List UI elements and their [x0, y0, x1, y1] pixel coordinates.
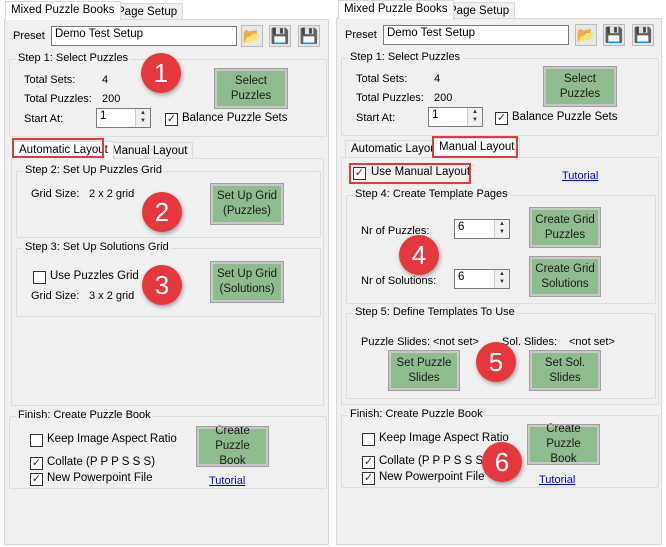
spinner-arrows-icon[interactable]: ▲ ▼ [467, 108, 482, 126]
step3-title: Step 3: Set Up Solutions Grid [23, 241, 171, 253]
keep-aspect-label: Keep Image Aspect Ratio [47, 433, 177, 445]
collate-label: Collate (P P P S S S) [379, 455, 488, 467]
preset-input[interactable]: Demo Test Setup [383, 25, 569, 45]
collate-checkbox[interactable]: ✓ [30, 457, 43, 470]
total-puzzles-label: Total Puzzles: [24, 93, 92, 105]
step1-title: Step 1: Select Puzzles [16, 52, 131, 64]
set-puzzle-slides-button[interactable]: Set Puzzle Slides [388, 350, 460, 391]
step2-title: Step 2: Set Up Puzzles Grid [23, 164, 164, 176]
step1-group: Step 1: Select Puzzles Total Sets: 4 Tot… [341, 51, 659, 136]
spinner-arrows-icon[interactable]: ▲ ▼ [135, 109, 150, 127]
new-ppt-checkbox[interactable]: ✓ [30, 473, 43, 486]
puzzle-slides-value: <not set> [433, 336, 479, 348]
balance-checkbox[interactable]: ✓ [495, 112, 508, 125]
total-sets-label: Total Sets: [24, 74, 76, 86]
balance-label: Balance Puzzle Sets [182, 112, 288, 124]
left-window: Mixed Puzzle Books Page Setup Preset Dem… [0, 0, 333, 547]
new-ppt-label: New Powerpoint File [379, 471, 485, 483]
step1-title: Step 1: Select Puzzles [348, 51, 463, 63]
tab-mixed-puzzle-books[interactable]: Mixed Puzzle Books [5, 1, 121, 20]
use-manual-layout-checkbox[interactable]: ✓ [353, 167, 366, 180]
new-ppt-label: New Powerpoint File [47, 472, 153, 484]
start-at-spinner[interactable]: 1 ▲ ▼ [96, 108, 151, 128]
puzzle-slides-label: Puzzle Slides: [361, 336, 431, 348]
select-puzzles-button[interactable]: Select Puzzles [214, 68, 288, 109]
tutorial-link[interactable]: Tutorial [562, 170, 598, 182]
create-grid-puzzles-button[interactable]: Create Grid Puzzles [529, 207, 601, 248]
finish-title: Finish: Create Puzzle Book [348, 408, 485, 420]
start-at-value: 1 [432, 109, 439, 121]
set-up-grid-solutions-button[interactable]: Set Up Grid (Solutions) [210, 261, 284, 303]
collate-label: Collate (P P P S S S) [47, 456, 156, 468]
spinner-arrows-icon[interactable]: ▲ ▼ [494, 270, 509, 288]
nr-puzzles-spinner[interactable]: 6 ▲ ▼ [454, 219, 510, 239]
finish-title: Finish: Create Puzzle Book [16, 409, 153, 421]
create-grid-solutions-button[interactable]: Create Grid Solutions [529, 256, 601, 297]
start-at-label: Start At: [356, 112, 396, 124]
create-puzzle-book-button[interactable]: Create Puzzle Book [527, 423, 600, 465]
nr-solutions-label: Nr of Solutions: [361, 275, 437, 287]
tab-automatic-layout[interactable]: Automatic Layout [345, 140, 446, 158]
total-sets-label: Total Sets: [356, 73, 408, 85]
use-puzzles-grid-checkbox[interactable] [33, 271, 46, 284]
save-add-icon[interactable]: 💾 [298, 25, 320, 47]
set-sol-slides-button[interactable]: Set Sol. Slides [529, 350, 601, 391]
spinner-arrows-icon[interactable]: ▲ ▼ [494, 220, 509, 238]
save-icon[interactable]: 💾 [603, 24, 625, 46]
collate-checkbox[interactable]: ✓ [362, 456, 375, 469]
new-ppt-checkbox[interactable]: ✓ [362, 472, 375, 485]
select-puzzles-button[interactable]: Select Puzzles [543, 66, 617, 107]
finish-group: Finish: Create Puzzle Book Keep Image As… [9, 409, 327, 489]
use-manual-layout-label: Use Manual Layout [371, 166, 471, 178]
nr-solutions-spinner[interactable]: 6 ▲ ▼ [454, 269, 510, 289]
create-puzzle-book-button[interactable]: Create Puzzle Book [196, 425, 269, 467]
grid-size-value: 2 x 2 grid [89, 188, 135, 200]
grid-size-label: Grid Size: [31, 188, 80, 200]
sol-slides-value: <not set> [569, 336, 615, 348]
balance-label: Balance Puzzle Sets [512, 111, 618, 123]
start-at-value: 1 [100, 110, 107, 122]
nr-solutions-value: 6 [458, 271, 465, 283]
step4-title: Step 4: Create Template Pages [353, 188, 510, 200]
nr-puzzles-value: 6 [458, 221, 465, 233]
start-at-label: Start At: [24, 113, 64, 125]
step5-title: Step 5: Define Templates To Use [353, 306, 517, 318]
step-badge-2: 2 [142, 192, 182, 232]
use-puzzles-grid-label: Use Puzzles Grid [50, 270, 139, 282]
step4-group: Step 4: Create Template Pages Nr of Puzz… [346, 188, 656, 304]
set-up-grid-puzzles-button[interactable]: Set Up Grid (Puzzles) [210, 183, 284, 225]
step-badge-4: 4 [399, 235, 439, 275]
start-at-spinner[interactable]: 1 ▲ ▼ [428, 107, 483, 127]
balance-checkbox[interactable]: ✓ [165, 113, 178, 126]
right-window: Mixed Puzzle Books Page Setup Preset Dem… [333, 0, 666, 547]
save-add-icon[interactable]: 💾 [632, 24, 654, 46]
preset-label: Preset [13, 30, 45, 42]
step-badge-5: 5 [476, 342, 516, 382]
tutorial-link[interactable]: Tutorial [209, 475, 245, 487]
step-badge-1: 1 [141, 53, 181, 93]
total-puzzles-value: 200 [434, 92, 453, 104]
total-puzzles-label: Total Puzzles: [356, 92, 424, 104]
grid-size-label: Grid Size: [31, 290, 80, 302]
tutorial-link[interactable]: Tutorial [539, 474, 575, 486]
total-puzzles-value: 200 [102, 93, 121, 105]
folder-icon[interactable]: 📂 [241, 25, 263, 47]
grid-size-value: 3 x 2 grid [89, 290, 135, 302]
tab-manual-layout[interactable]: Manual Layout [433, 138, 521, 158]
preset-input[interactable]: Demo Test Setup [51, 26, 237, 46]
tab-mixed-puzzle-books[interactable]: Mixed Puzzle Books [338, 0, 454, 19]
save-icon[interactable]: 💾 [269, 25, 291, 47]
step-badge-6: 6 [482, 442, 522, 482]
tab-automatic-layout[interactable]: Automatic Layout [13, 141, 114, 159]
folder-icon[interactable]: 📂 [575, 24, 597, 46]
total-sets-value: 4 [434, 73, 441, 85]
sol-slides-label: Sol. Slides: [502, 336, 558, 348]
step-badge-3: 3 [142, 265, 182, 305]
keep-aspect-checkbox[interactable] [362, 433, 375, 446]
keep-aspect-label: Keep Image Aspect Ratio [379, 432, 509, 444]
total-sets-value: 4 [102, 74, 109, 86]
preset-label: Preset [345, 29, 377, 41]
keep-aspect-checkbox[interactable] [30, 434, 43, 447]
